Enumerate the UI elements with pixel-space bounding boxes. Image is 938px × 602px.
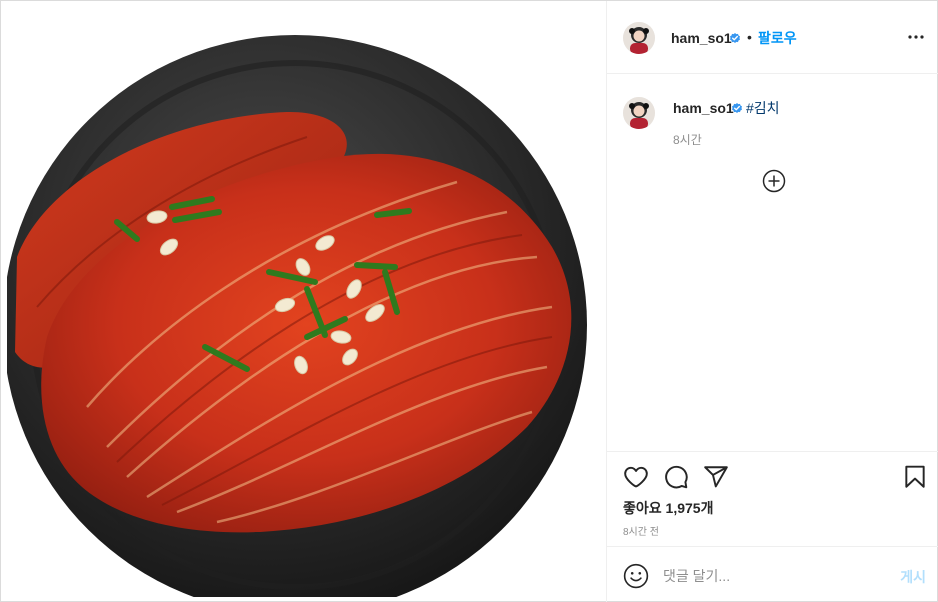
- caption-time: 8시간: [673, 133, 702, 147]
- emoji-icon[interactable]: [623, 563, 649, 589]
- bookmark-icon[interactable]: [902, 464, 928, 490]
- follow-button[interactable]: 팔로우: [758, 28, 797, 48]
- post-timestamp[interactable]: 8시간 전: [623, 523, 659, 538]
- verified-badge-icon: [732, 103, 742, 113]
- caption-hashtag[interactable]: #김치: [746, 98, 780, 118]
- plus-circle-icon[interactable]: [762, 169, 786, 193]
- heart-icon[interactable]: [623, 464, 649, 490]
- kimchi-photo: [7, 35, 587, 597]
- header-separator: •: [747, 29, 752, 45]
- comment-input[interactable]: [663, 563, 883, 589]
- author-username[interactable]: ham_so1: [671, 30, 732, 46]
- post-image[interactable]: [7, 7, 605, 597]
- caption-username[interactable]: ham_so1: [673, 100, 734, 116]
- caption-avatar[interactable]: [623, 97, 655, 129]
- post-header: ham_so1 • 팔로우: [607, 1, 938, 74]
- add-comment-bar: 게시: [607, 546, 938, 602]
- verified-badge-icon: [730, 33, 740, 43]
- post-frame: ham_so1 • 팔로우 ham_so1 #김치 8시간 좋아요 1,975개…: [0, 0, 938, 602]
- author-avatar[interactable]: [623, 22, 655, 54]
- post-actions: 좋아요 1,975개 8시간 전: [607, 451, 938, 546]
- post-comment-button[interactable]: 게시: [900, 567, 926, 587]
- comment-icon[interactable]: [663, 464, 689, 490]
- post-side-panel: ham_so1 • 팔로우 ham_so1 #김치 8시간 좋아요 1,975개…: [606, 1, 938, 602]
- share-icon[interactable]: [703, 464, 729, 490]
- like-count[interactable]: 좋아요 1,975개: [623, 498, 713, 518]
- more-options-icon[interactable]: [906, 27, 926, 47]
